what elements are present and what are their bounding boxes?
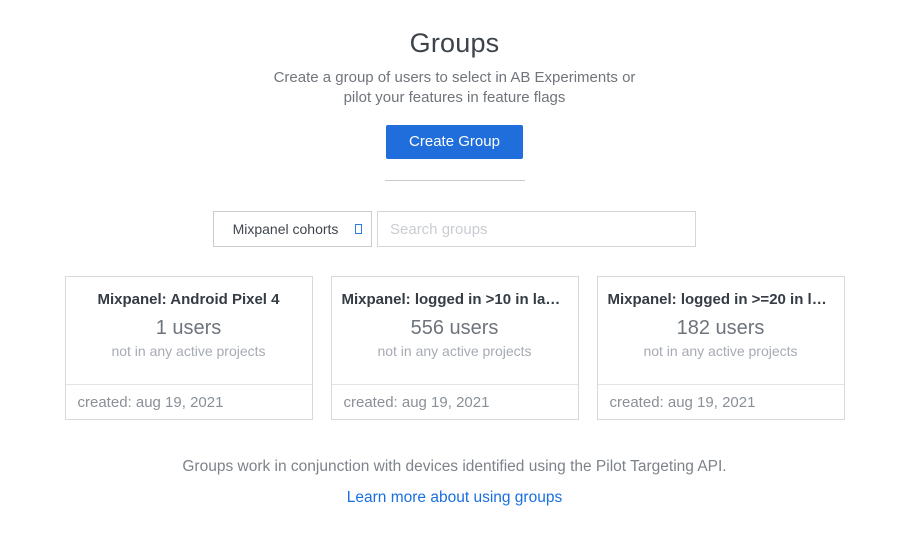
page-subtitle-line1: Create a group of users to select in AB … [0, 68, 909, 88]
group-card-project-note: not in any active projects [598, 343, 844, 359]
page-header: Groups Create a group of users to select… [0, 0, 909, 108]
group-card-created-date: created: aug 19, 2021 [332, 384, 578, 419]
group-card[interactable]: Mixpanel: logged in >=20 in last 30... 1… [597, 276, 845, 420]
group-card-created-date: created: aug 19, 2021 [66, 384, 312, 419]
learn-more-link[interactable]: Learn more about using groups [347, 489, 562, 506]
search-groups-input[interactable] [377, 211, 696, 247]
page-subtitle-line2: pilot your features in feature flags [0, 88, 909, 108]
group-card-user-count: 556 users [332, 317, 578, 340]
group-card-user-count: 182 users [598, 317, 844, 340]
group-card-title: Mixpanel: Android Pixel 4 [76, 291, 302, 308]
group-card-user-count: 1 users [66, 317, 312, 340]
create-group-button[interactable]: Create Group [386, 125, 523, 159]
create-group-button-row: Create Group [0, 125, 909, 159]
cohort-source-dropdown-value: Mixpanel cohorts [233, 221, 339, 237]
learn-more-row: Learn more about using groups [0, 489, 909, 507]
page-subtitle: Create a group of users to select in AB … [0, 68, 909, 108]
groups-page: Groups Create a group of users to select… [0, 0, 909, 558]
group-card-project-note: not in any active projects [332, 343, 578, 359]
section-divider [385, 180, 525, 181]
group-card-title: Mixpanel: logged in >=20 in last 30... [608, 291, 834, 308]
group-card-project-note: not in any active projects [66, 343, 312, 359]
group-card[interactable]: Mixpanel: logged in >10 in last 30 ... 5… [331, 276, 579, 420]
page-title: Groups [0, 28, 909, 59]
group-cards-row: Mixpanel: Android Pixel 4 1 users not in… [65, 276, 845, 420]
filter-controls: Mixpanel cohorts [0, 211, 909, 247]
group-card-created-date: created: aug 19, 2021 [598, 384, 844, 419]
cohort-source-dropdown[interactable]: Mixpanel cohorts [213, 211, 372, 247]
dropdown-indicator-icon [355, 224, 362, 234]
group-card[interactable]: Mixpanel: Android Pixel 4 1 users not in… [65, 276, 313, 420]
pilot-targeting-info-text: Groups work in conjunction with devices … [0, 458, 909, 476]
group-card-title: Mixpanel: logged in >10 in last 30 ... [342, 291, 568, 308]
